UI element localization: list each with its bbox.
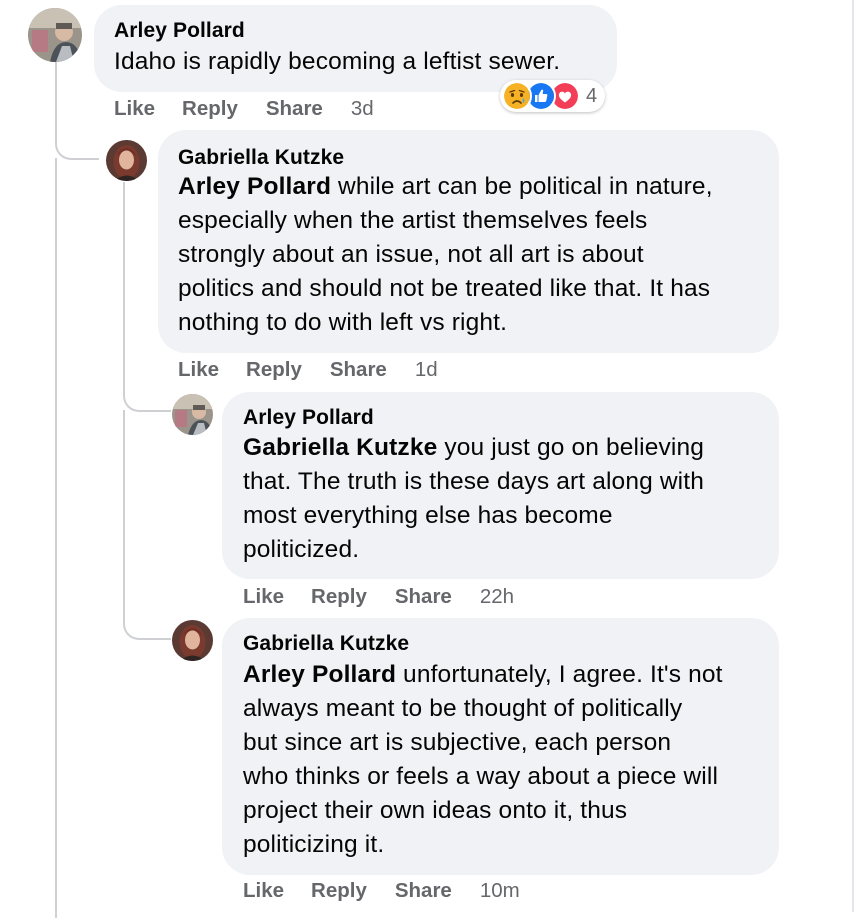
comment-author[interactable]: Gabriella Kutzke	[178, 146, 344, 170]
comment-line: always meant to be thought of politicall…	[243, 695, 683, 722]
thread-connector-line	[55, 158, 57, 918]
mention-link[interactable]: Arley Pollard	[178, 173, 331, 200]
comment-body: unfortunately, I agree. It's not	[396, 661, 723, 688]
thread-connector-line	[55, 62, 99, 160]
comment-timestamp[interactable]: 10m	[480, 879, 520, 903]
comment-timestamp[interactable]: 22h	[480, 585, 514, 609]
reply-button[interactable]: Reply	[246, 358, 302, 382]
comment-actions: Like Reply Share 1d	[178, 358, 438, 382]
comment-line: most everything else has become	[243, 502, 613, 529]
comment-line: but since art is subjective, each person	[243, 729, 672, 756]
comment-text: Idaho is rapidly becoming a leftist sewe…	[114, 45, 560, 79]
comment-line: project their own ideas onto it, thus	[243, 797, 628, 824]
share-button[interactable]: Share	[395, 585, 452, 609]
share-button[interactable]: Share	[266, 97, 323, 121]
comment-line: strongly about an issue, not all art is …	[178, 241, 644, 268]
like-button[interactable]: Like	[243, 879, 284, 903]
mention-link[interactable]: Gabriella Kutzke	[243, 434, 437, 461]
thread-connector-line	[123, 410, 171, 640]
comment-body: Idaho is rapidly becoming a leftist sewe…	[114, 48, 561, 75]
share-button[interactable]: Share	[395, 879, 452, 903]
avatar[interactable]	[106, 140, 147, 181]
comment-line: that. The truth is these days art along …	[243, 468, 705, 495]
like-button[interactable]: Like	[178, 358, 219, 382]
comment-line: Gabriella Kutzke you just go on believin…	[243, 431, 704, 465]
reaction-count: 4	[586, 84, 598, 107]
comment-line: nothing to do with left vs right.	[178, 309, 508, 336]
comment-text: Arley Pollard while art can be political…	[178, 170, 713, 340]
comment-body: you just go on believing	[437, 434, 705, 461]
comment-text: Arley Pollard unfortunately, I agree. It…	[243, 658, 723, 862]
mention-link[interactable]: Arley Pollard	[243, 661, 396, 688]
reply-button[interactable]: Reply	[182, 97, 238, 121]
share-button[interactable]: Share	[330, 358, 387, 382]
comment-line: Arley Pollard while art can be political…	[178, 170, 713, 204]
comment-text: Gabriella Kutzke you just go on believin…	[243, 431, 704, 567]
comment-author[interactable]: Arley Pollard	[114, 19, 245, 43]
reply-button[interactable]: Reply	[311, 585, 367, 609]
like-button[interactable]: Like	[114, 97, 155, 121]
comment-actions: Like Reply Share 22h	[243, 585, 514, 609]
comment-actions: Like Reply Share 3d	[114, 97, 374, 121]
like-button[interactable]: Like	[243, 585, 284, 609]
comment-author[interactable]: Arley Pollard	[243, 406, 374, 430]
comment-line: politicizing it.	[243, 831, 385, 858]
comment-line: who thinks or feels a way about a piece …	[243, 763, 719, 790]
comment-line: especially when the artist themselves fe…	[178, 207, 648, 234]
comment-line: Arley Pollard unfortunately, I agree. It…	[243, 658, 723, 692]
comment-line: politics and should not be treated like …	[178, 275, 711, 302]
reaction-summary[interactable]: 4	[500, 80, 606, 112]
comment-timestamp[interactable]: 3d	[351, 97, 374, 121]
comment-line: politicized.	[243, 536, 360, 563]
reply-button[interactable]: Reply	[311, 879, 367, 903]
sad-react-icon	[502, 81, 532, 111]
comment-timestamp[interactable]: 1d	[415, 358, 438, 382]
avatar[interactable]	[28, 8, 82, 62]
avatar[interactable]	[172, 394, 213, 435]
avatar[interactable]	[172, 620, 213, 661]
comment-body: while art can be political in nature,	[331, 173, 713, 200]
comment-author[interactable]: Gabriella Kutzke	[243, 632, 409, 656]
comment-actions: Like Reply Share 10m	[243, 879, 520, 903]
